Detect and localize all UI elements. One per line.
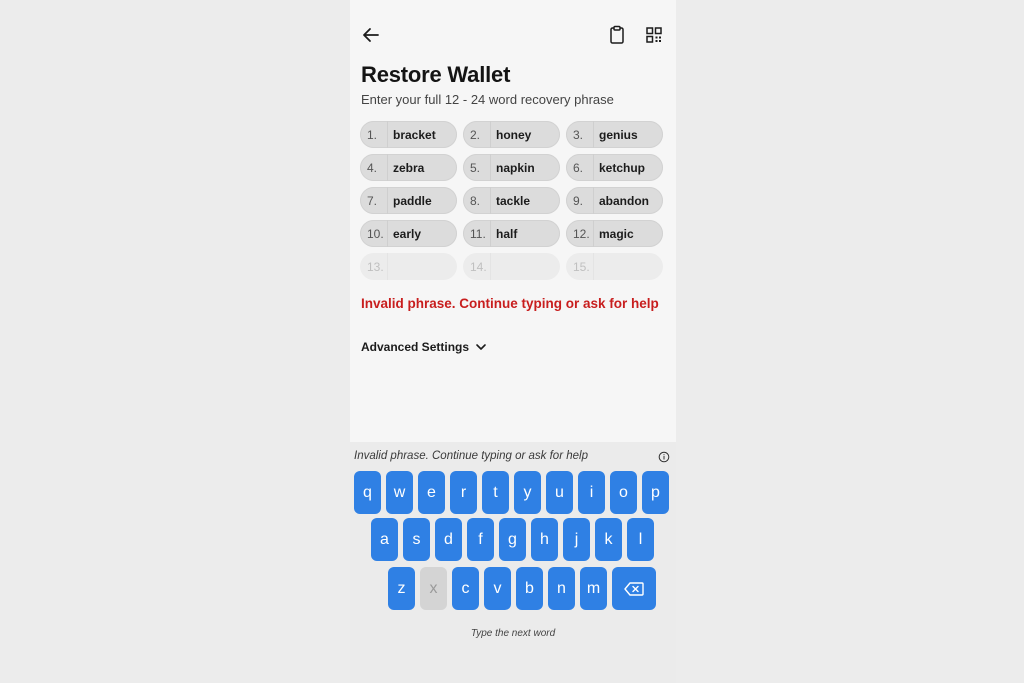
word-value: bracket	[393, 127, 436, 142]
word-value: napkin	[496, 160, 535, 175]
word-value: genius	[599, 127, 638, 142]
key-m[interactable]: m	[580, 567, 607, 610]
key-z[interactable]: z	[388, 567, 415, 610]
backspace-icon	[624, 581, 644, 596]
word-number: 1.	[360, 121, 388, 148]
keyboard-hint: Invalid phrase. Continue typing or ask f…	[354, 450, 588, 462]
key-h[interactable]: h	[531, 518, 558, 561]
word-input-10[interactable]: 10. early	[360, 220, 457, 247]
word-input-15[interactable]: 15.	[566, 253, 663, 280]
word-value: honey	[496, 127, 532, 142]
restore-wallet-screen: Restore Wallet Enter your full 12 - 24 w…	[350, 0, 676, 683]
keyboard-row-1: qwertyuiop	[354, 471, 669, 514]
key-a[interactable]: a	[371, 518, 398, 561]
word-value: ketchup	[599, 160, 646, 175]
key-k[interactable]: k	[595, 518, 622, 561]
key-o[interactable]: o	[610, 471, 637, 514]
word-number: 12.	[566, 220, 594, 247]
key-r[interactable]: r	[450, 471, 477, 514]
page-subtitle: Enter your full 12 - 24 word recovery ph…	[361, 92, 614, 107]
keyboard-row-3: zxcvbnm	[388, 567, 656, 610]
key-w[interactable]: w	[386, 471, 413, 514]
word-number: 14.	[463, 253, 491, 280]
key-v[interactable]: v	[484, 567, 511, 610]
word-number: 8.	[463, 187, 491, 214]
scan-qr-button[interactable]	[643, 24, 665, 46]
word-value: early	[393, 226, 422, 241]
word-input-12[interactable]: 12. magic	[566, 220, 663, 247]
word-number: 6.	[566, 154, 594, 181]
paste-button[interactable]	[606, 24, 628, 46]
word-number: 13.	[360, 253, 388, 280]
advanced-settings-label: Advanced Settings	[361, 340, 470, 354]
key-p[interactable]: p	[642, 471, 669, 514]
key-e[interactable]: e	[418, 471, 445, 514]
word-value: magic	[599, 226, 634, 241]
word-input-2[interactable]: 2. honey	[463, 121, 560, 148]
key-c[interactable]: c	[452, 567, 479, 610]
word-input-5[interactable]: 5. napkin	[463, 154, 560, 181]
key-x: x	[420, 567, 447, 610]
key-d[interactable]: d	[435, 518, 462, 561]
error-message: Invalid phrase. Continue typing or ask f…	[361, 296, 659, 311]
word-input-14[interactable]: 14.	[463, 253, 560, 280]
key-u[interactable]: u	[546, 471, 573, 514]
arrow-left-icon	[363, 28, 379, 42]
word-number: 7.	[360, 187, 388, 214]
word-number: 15.	[566, 253, 594, 280]
key-n[interactable]: n	[548, 567, 575, 610]
word-input-11[interactable]: 11. half	[463, 220, 560, 247]
advanced-settings-toggle[interactable]: Advanced Settings	[361, 340, 487, 354]
word-number: 2.	[463, 121, 491, 148]
word-value: tackle	[496, 193, 531, 208]
key-l[interactable]: l	[627, 518, 654, 561]
word-input-6[interactable]: 6. ketchup	[566, 154, 663, 181]
info-icon[interactable]	[658, 451, 670, 463]
word-input-9[interactable]: 9. abandon	[566, 187, 663, 214]
keyboard-row-2: asdfghjkl	[371, 518, 654, 561]
backspace-key[interactable]	[612, 567, 656, 610]
word-input-3[interactable]: 3. genius	[566, 121, 663, 148]
word-value: abandon	[599, 193, 649, 208]
chevron-down-icon	[476, 344, 486, 350]
key-f[interactable]: f	[467, 518, 494, 561]
key-t[interactable]: t	[482, 471, 509, 514]
keyboard: Invalid phrase. Continue typing or ask f…	[350, 442, 676, 683]
word-number: 3.	[566, 121, 594, 148]
key-i[interactable]: i	[578, 471, 605, 514]
clipboard-icon	[610, 25, 624, 44]
qr-code-icon	[646, 27, 662, 43]
word-input-8[interactable]: 8. tackle	[463, 187, 560, 214]
key-y[interactable]: y	[514, 471, 541, 514]
word-input-7[interactable]: 7. paddle	[360, 187, 457, 214]
word-number: 11.	[463, 220, 491, 247]
word-number: 4.	[360, 154, 388, 181]
keyboard-footer: Type the next word	[470, 628, 556, 639]
word-input-13[interactable]: 13.	[360, 253, 457, 280]
word-value: zebra	[393, 160, 425, 175]
word-number: 10.	[360, 220, 388, 247]
page-title: Restore Wallet	[361, 62, 511, 87]
word-input-4[interactable]: 4. zebra	[360, 154, 457, 181]
word-number: 5.	[463, 154, 491, 181]
word-number: 9.	[566, 187, 594, 214]
key-s[interactable]: s	[403, 518, 430, 561]
word-input-1[interactable]: 1. bracket	[360, 121, 457, 148]
back-button[interactable]	[360, 24, 382, 46]
key-g[interactable]: g	[499, 518, 526, 561]
key-q[interactable]: q	[354, 471, 381, 514]
key-b[interactable]: b	[516, 567, 543, 610]
word-value: half	[496, 226, 518, 241]
recovery-phrase-grid: 1. bracket 2. honey 3. genius 4. zebra 5. napkin 6…	[360, 121, 664, 280]
key-j[interactable]: j	[563, 518, 590, 561]
top-bar	[350, 0, 676, 70]
word-value: paddle	[393, 193, 432, 208]
